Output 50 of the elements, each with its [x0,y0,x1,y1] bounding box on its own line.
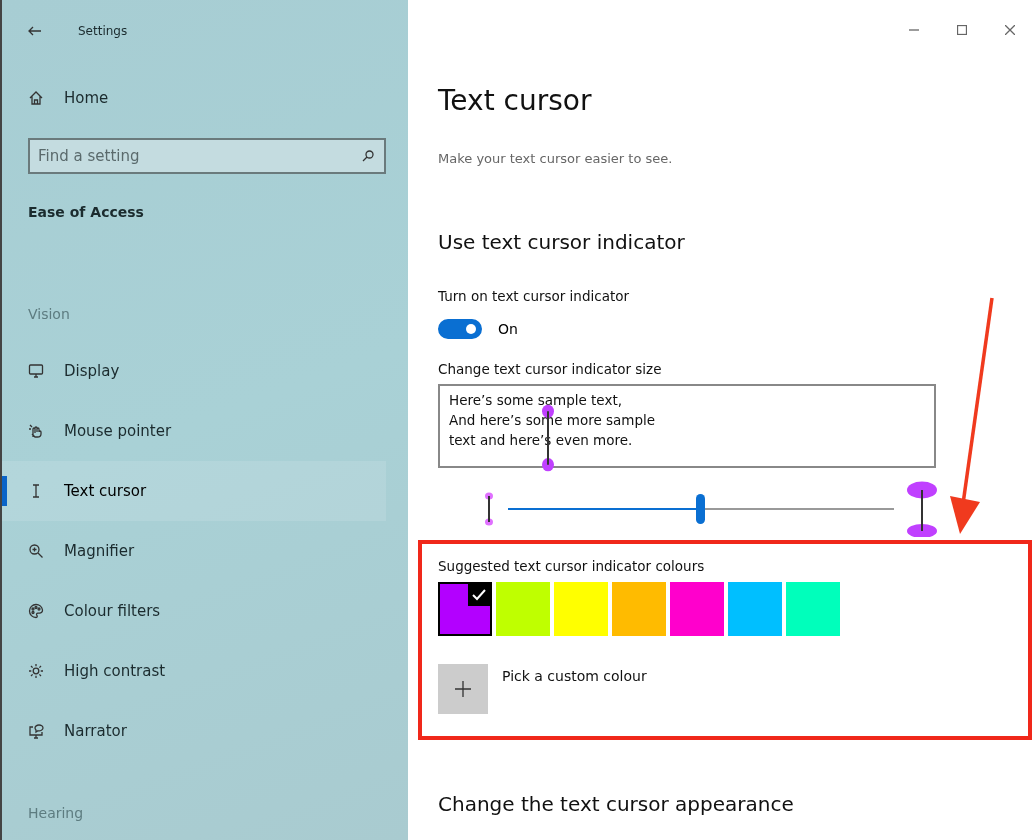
large-cursor-icon [906,481,938,537]
section-heading: Use text cursor indicator [438,230,686,254]
colour-swatch[interactable] [786,582,840,636]
colour-swatch[interactable] [670,582,724,636]
custom-colour-link[interactable]: Pick a custom colour [502,668,647,684]
nav-item[interactable]: Mouse pointer [2,401,386,461]
nav-item[interactable]: Text cursor [2,461,386,521]
sun-icon [28,663,44,679]
toggle-switch[interactable] [438,319,482,339]
home-icon [28,90,44,106]
small-cursor-icon [484,492,494,526]
colour-swatch[interactable] [612,582,666,636]
back-arrow-icon [28,26,42,36]
nav-item[interactable]: High contrast [2,641,386,701]
group-heading: Hearing [28,805,85,821]
close-icon [1005,25,1015,35]
slider-thumb[interactable] [696,494,705,524]
hand-pointer-icon [28,423,44,439]
page-description: Make your text cursor easier to see. [438,151,674,166]
monitor-speech-icon [28,723,44,739]
search-field[interactable]: Find a setting [28,138,386,174]
search-icon [362,150,374,162]
checkmark-icon [468,584,490,606]
nav-item[interactable]: Magnifier [2,521,386,581]
magnifier-icon [28,543,44,559]
group-heading: Vision [28,306,71,322]
nav-item[interactable]: Colour filters [2,581,386,641]
home-item[interactable]: Home [28,78,386,118]
section-heading: Change the text cursor appearance [438,792,795,816]
setting-label: Turn on text cursor indicator [438,288,631,304]
nav-item[interactable]: Display [2,341,386,401]
maximize-icon [957,25,967,35]
sample-text-line: Here’s some sample text, [449,391,622,410]
selection-indicator [2,476,7,506]
section-heading: Ease of Access [28,204,145,220]
colour-swatch[interactable] [438,582,492,636]
colour-swatch[interactable] [728,582,782,636]
setting-label: Suggested text cursor indicator colours [438,558,706,574]
window-title: Settings [78,24,128,38]
colour-swatch[interactable] [496,582,550,636]
toggle-state: On [498,321,518,337]
palette-icon [28,603,44,619]
display-icon [28,363,44,379]
add-colour-button[interactable] [438,664,488,714]
back-button[interactable] [28,24,42,38]
plus-icon [455,681,471,697]
setting-label: Change text cursor indicator size [438,361,663,377]
page-title: Text cursor [438,84,593,117]
nav-item[interactable]: Narrator [2,701,386,761]
colour-swatch[interactable] [554,582,608,636]
